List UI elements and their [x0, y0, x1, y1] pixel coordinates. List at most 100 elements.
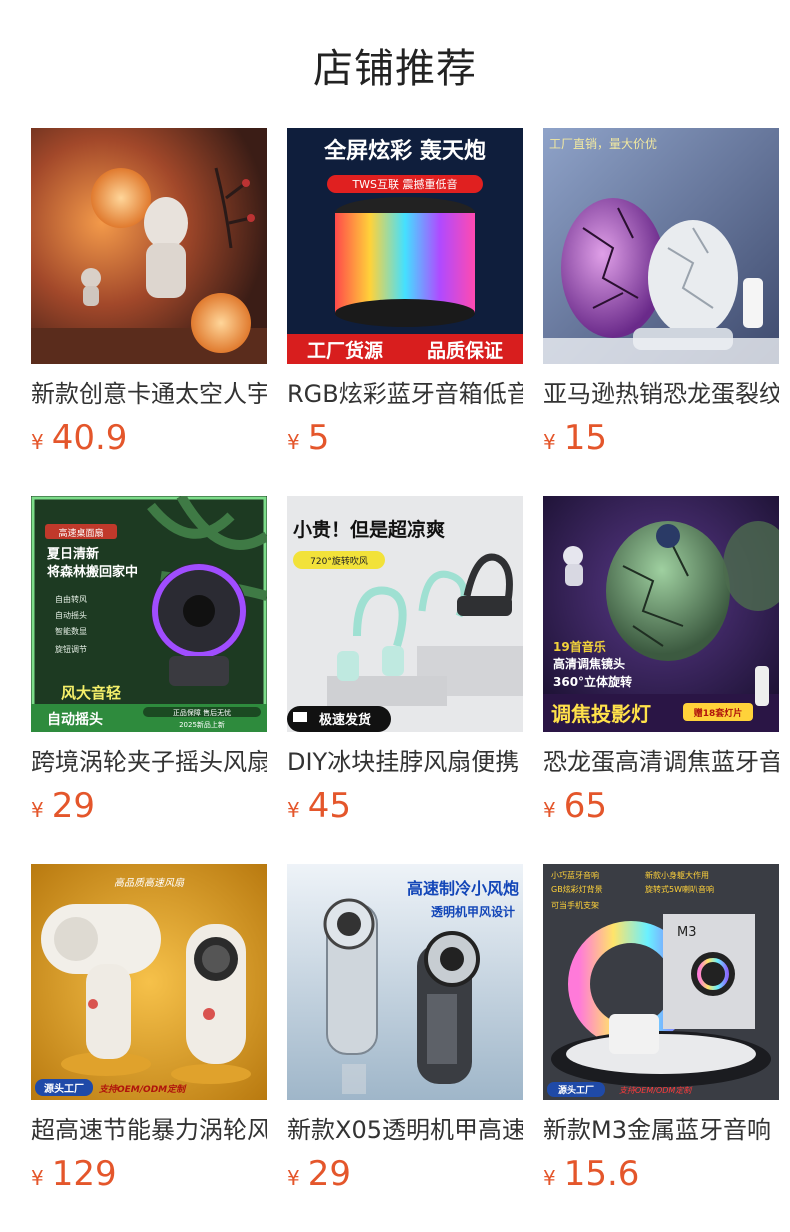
image-caption: M3: [677, 925, 697, 940]
image-caption: 极速发货: [319, 712, 371, 728]
product-name[interactable]: 超高速节能暴力涡轮风扇: [31, 1114, 267, 1146]
image-caption: 正品保障 售后无忧: [173, 708, 231, 717]
m3-speaker-image: 小巧蓝牙音响 新款小身躯大作用 GB炫彩灯背景 旋转式5W喇叭音响 可当手机支架…: [543, 864, 779, 1100]
currency-symbol: ¥: [543, 430, 556, 454]
product-price: ¥15: [543, 418, 779, 464]
product-name[interactable]: 新款创意卡通太空人宇航员月球灯: [31, 378, 267, 410]
product-card[interactable]: 新款创意卡通太空人宇航员月球灯 ¥40.9: [31, 128, 267, 468]
product-price: ¥65: [543, 786, 779, 832]
product-image[interactable]: 高速制冷小风炮 透明机甲风设计: [287, 864, 523, 1100]
image-caption: 高速制冷小风炮: [407, 879, 519, 898]
product-card[interactable]: 高速桌面扇 夏日清新 将森林搬回家中 自由转风 自动摇头 智能数显 旋钮调节 风…: [31, 496, 267, 836]
image-caption: 高品质高速风扇: [114, 877, 185, 889]
image-caption: 透明机甲风设计: [431, 904, 515, 919]
image-caption: 19首音乐: [553, 639, 606, 654]
image-caption: 2025新品上新: [179, 720, 225, 729]
image-caption: 旋转式5W喇叭音响: [645, 884, 714, 894]
product-card[interactable]: TWS互联 震撼重低音 全屏炫彩 轰天炮 工厂货源 品质保证 RGB炫彩蓝牙音箱…: [287, 128, 523, 468]
image-caption: 高清调焦镜头: [553, 656, 625, 671]
product-image[interactable]: 小贵！但是超凉爽 720°旋转吹风 极速发货: [287, 496, 523, 732]
product-card[interactable]: 小贵！但是超凉爽 720°旋转吹风 极速发货 DIY冰块挂脖风扇便携 ¥45: [287, 496, 523, 836]
image-caption: 全屏炫彩 轰天炮: [323, 138, 486, 164]
rgb-speaker-image: TWS互联 震撼重低音 全屏炫彩 轰天炮 工厂货源 品质保证: [287, 128, 523, 364]
currency-symbol: ¥: [287, 430, 300, 454]
product-name[interactable]: 新款X05透明机甲高速风扇: [287, 1114, 523, 1146]
image-caption: 小巧蓝牙音响: [551, 870, 599, 880]
product-image[interactable]: [31, 128, 267, 364]
currency-symbol: ¥: [31, 430, 44, 454]
product-image[interactable]: 高速桌面扇 夏日清新 将森林搬回家中 自由转风 自动摇头 智能数显 旋钮调节 风…: [31, 496, 267, 732]
image-caption: 自动摇头: [47, 711, 103, 728]
product-image[interactable]: 19首音乐 高清调焦镜头 360°立体旋转 调焦投影灯 赠18套灯片: [543, 496, 779, 732]
product-name[interactable]: DIY冰块挂脖风扇便携: [287, 746, 523, 778]
image-caption: 支持OEM/ODM定制: [98, 1084, 187, 1095]
currency-symbol: ¥: [543, 798, 556, 822]
product-price: ¥29: [31, 786, 267, 832]
currency-symbol: ¥: [543, 1166, 556, 1190]
image-caption: 将森林搬回家中: [47, 564, 138, 580]
product-card[interactable]: 19首音乐 高清调焦镜头 360°立体旋转 调焦投影灯 赠18套灯片 恐龙蛋高清…: [543, 496, 779, 836]
turbo-jet-fan-image: 高品质高速风扇 源头工厂 支持OEM/ODM定制: [31, 864, 267, 1100]
image-caption: 工厂直销，量大价优: [549, 137, 657, 151]
product-price: ¥5: [287, 418, 523, 464]
currency-symbol: ¥: [287, 1166, 300, 1190]
image-caption: 源头工厂: [558, 1084, 594, 1096]
product-name[interactable]: 跨境涡轮夹子摇头风扇: [31, 746, 267, 778]
image-caption: GB炫彩灯背景: [551, 884, 603, 894]
product-name[interactable]: 恐龙蛋高清调焦蓝牙音乐投影灯: [543, 746, 779, 778]
product-image[interactable]: TWS互联 震撼重低音 全屏炫彩 轰天炮 工厂货源 品质保证: [287, 128, 523, 364]
image-caption: 可当手机支架: [551, 900, 599, 910]
product-name[interactable]: 亚马逊热销恐龙蛋裂纹星空投影灯: [543, 378, 779, 410]
image-caption: 智能数显: [55, 626, 87, 636]
product-price: ¥40.9: [31, 418, 267, 464]
product-name[interactable]: RGB炫彩蓝牙音箱低音炮: [287, 378, 523, 410]
image-caption: 夏日清新: [46, 546, 99, 562]
image-caption: 360°立体旋转: [553, 674, 632, 689]
image-caption: 支持OEM/ODM定制: [619, 1086, 693, 1095]
image-caption: 720°旋转吹风: [310, 555, 368, 567]
price-value: 45: [307, 786, 351, 826]
image-caption: 调焦投影灯: [551, 702, 651, 726]
image-caption: 小贵！但是超凉爽: [293, 518, 445, 541]
price-value: 15: [563, 418, 607, 458]
product-image[interactable]: 小巧蓝牙音响 新款小身躯大作用 GB炫彩灯背景 旋转式5W喇叭音响 可当手机支架…: [543, 864, 779, 1100]
product-image[interactable]: 工厂直销，量大价优: [543, 128, 779, 364]
image-caption: 高速桌面扇: [58, 527, 103, 539]
section-title: 店铺推荐: [313, 46, 477, 92]
currency-symbol: ¥: [31, 1166, 44, 1190]
price-value: 40.9: [51, 418, 128, 458]
product-name[interactable]: 新款M3金属蓝牙音响: [543, 1114, 779, 1146]
price-value: 29: [51, 786, 95, 826]
product-card[interactable]: 工厂直销，量大价优 亚马逊热销恐龙蛋裂纹星空投影灯 ¥15: [543, 128, 779, 468]
product-card[interactable]: 小巧蓝牙音响 新款小身躯大作用 GB炫彩灯背景 旋转式5W喇叭音响 可当手机支架…: [543, 864, 779, 1204]
image-caption: 新款小身躯大作用: [645, 870, 709, 880]
price-value: 29: [307, 1154, 351, 1194]
image-caption: 风大音轻: [61, 684, 121, 702]
transparent-mecha-fan-image: 高速制冷小风炮 透明机甲风设计: [287, 864, 523, 1100]
image-caption: 自动摇头: [55, 610, 87, 620]
currency-symbol: ¥: [31, 798, 44, 822]
image-caption: 旋钮调节: [55, 644, 87, 654]
product-price: ¥15.6: [543, 1154, 779, 1200]
astronaut-moon-lamp-image: [31, 128, 267, 364]
price-value: 5: [307, 418, 330, 458]
product-price: ¥129: [31, 1154, 267, 1200]
image-caption: 源头工厂: [44, 1082, 84, 1095]
product-card[interactable]: 高速制冷小风炮 透明机甲风设计 新款X05透明机甲高速风扇 ¥29: [287, 864, 523, 1204]
image-caption: 自由转风: [55, 594, 87, 604]
image-caption: TWS互联 震撼重低音: [351, 177, 457, 191]
image-caption: 品质保证: [427, 339, 503, 362]
product-image[interactable]: 高品质高速风扇 源头工厂 支持OEM/ODM定制: [31, 864, 267, 1100]
dinosaur-egg-projector-image: 工厂直销，量大价优: [543, 128, 779, 364]
product-price: ¥29: [287, 1154, 523, 1200]
price-value: 65: [563, 786, 607, 826]
dinosaur-egg-focus-projector-image: 19首音乐 高清调焦镜头 360°立体旋转 调焦投影灯 赠18套灯片: [543, 496, 779, 732]
product-card[interactable]: 高品质高速风扇 源头工厂 支持OEM/ODM定制 超高速节能暴力涡轮风扇 ¥12…: [31, 864, 267, 1204]
currency-symbol: ¥: [287, 798, 300, 822]
product-price: ¥45: [287, 786, 523, 832]
price-value: 129: [51, 1154, 117, 1194]
turbo-clip-fan-image: 高速桌面扇 夏日清新 将森林搬回家中 自由转风 自动摇头 智能数显 旋钮调节 风…: [31, 496, 267, 732]
neck-fan-image: 小贵！但是超凉爽 720°旋转吹风 极速发货: [287, 496, 523, 732]
image-caption: 赠18套灯片: [694, 707, 743, 719]
image-caption: 工厂货源: [307, 339, 383, 362]
